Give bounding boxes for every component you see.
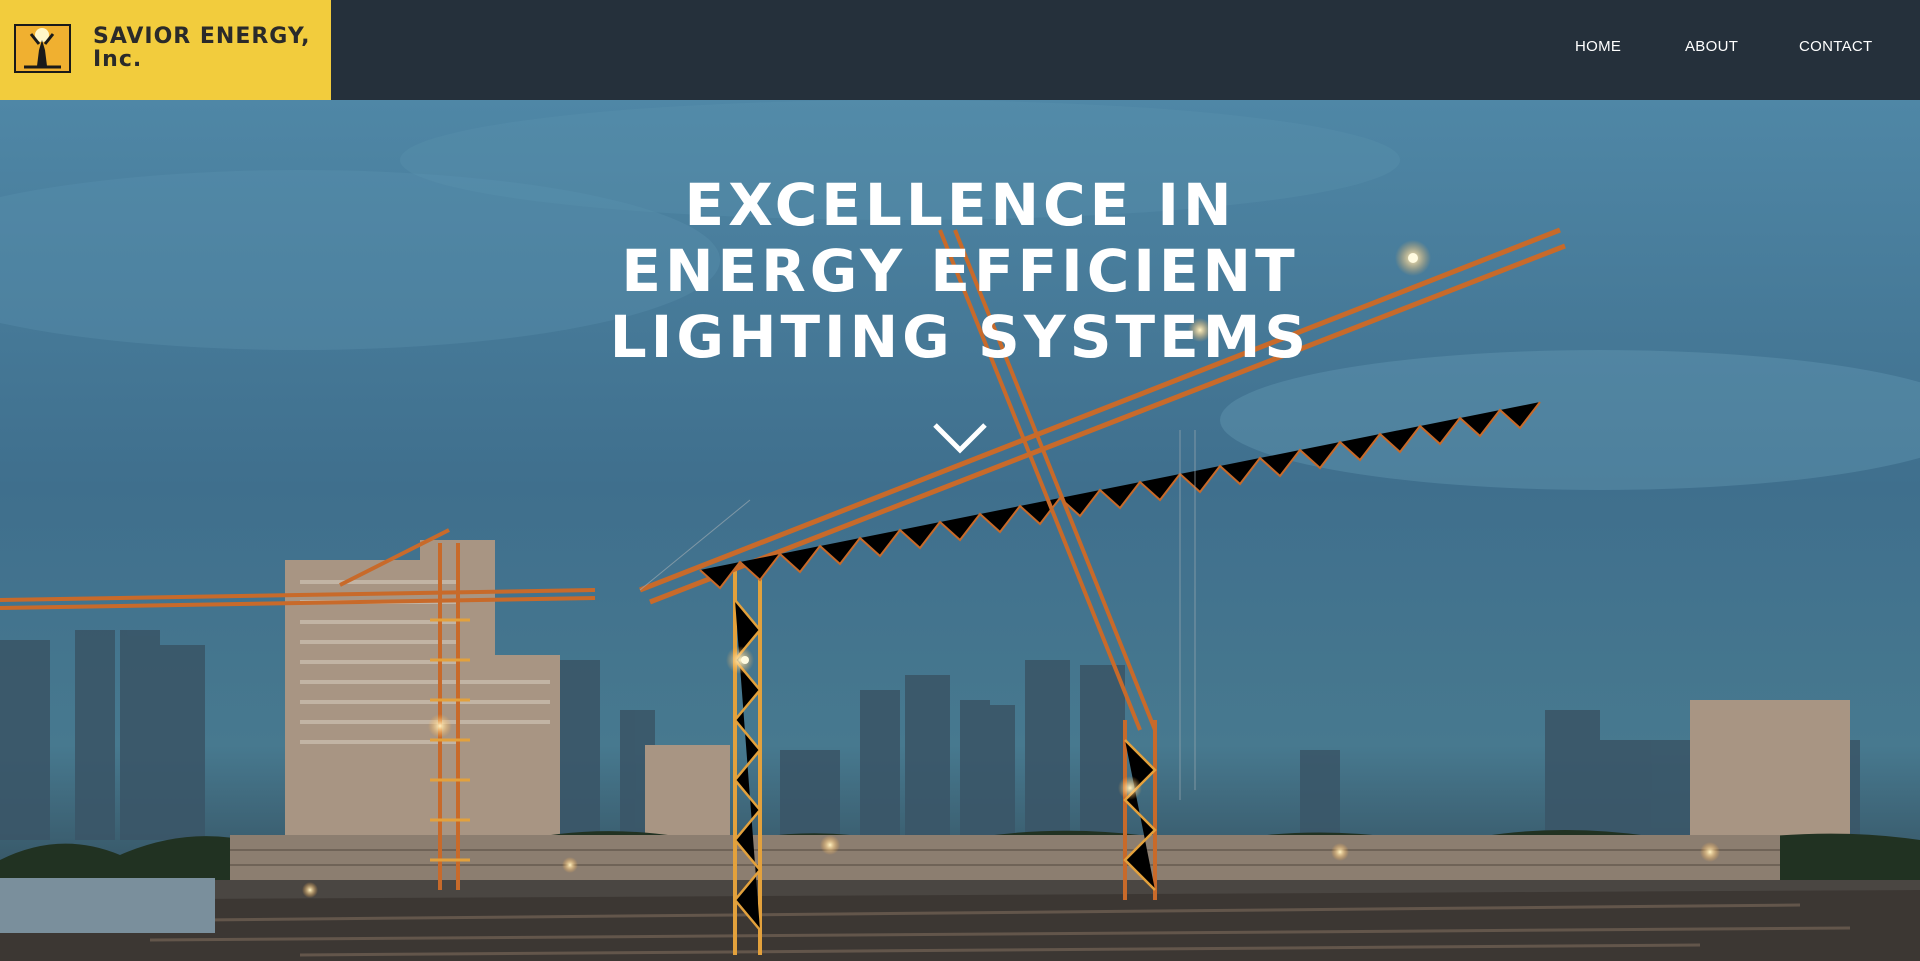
logo[interactable]: SAVIOR ENERGY, Inc.: [0, 0, 331, 100]
brand-name: SAVIOR ENERGY, Inc.: [93, 25, 311, 71]
nav-contact-link[interactable]: CONTACT: [1799, 38, 1872, 55]
hero-section: EXCELLENCE IN ENERGY EFFICIENT LIGHTING …: [0, 100, 1920, 961]
nav-about-link[interactable]: ABOUT: [1685, 38, 1738, 55]
chevron-down-icon[interactable]: [932, 422, 988, 456]
nav-home-link[interactable]: HOME: [1575, 38, 1621, 55]
hero-title-line2: ENERGY EFFICIENT: [621, 237, 1299, 305]
hero-title: EXCELLENCE IN ENERGY EFFICIENT LIGHTING …: [560, 172, 1360, 370]
brand-name-line2: Inc.: [93, 47, 143, 72]
site-header: SAVIOR ENERGY, Inc. HOME ABOUT CONTACT: [0, 0, 1920, 100]
hero-title-line1: EXCELLENCE IN: [684, 171, 1236, 239]
lightbulb-figure-icon: [14, 24, 71, 73]
brand-name-line1: SAVIOR ENERGY,: [93, 24, 311, 49]
hero-title-line3: LIGHTING SYSTEMS: [609, 303, 1311, 371]
